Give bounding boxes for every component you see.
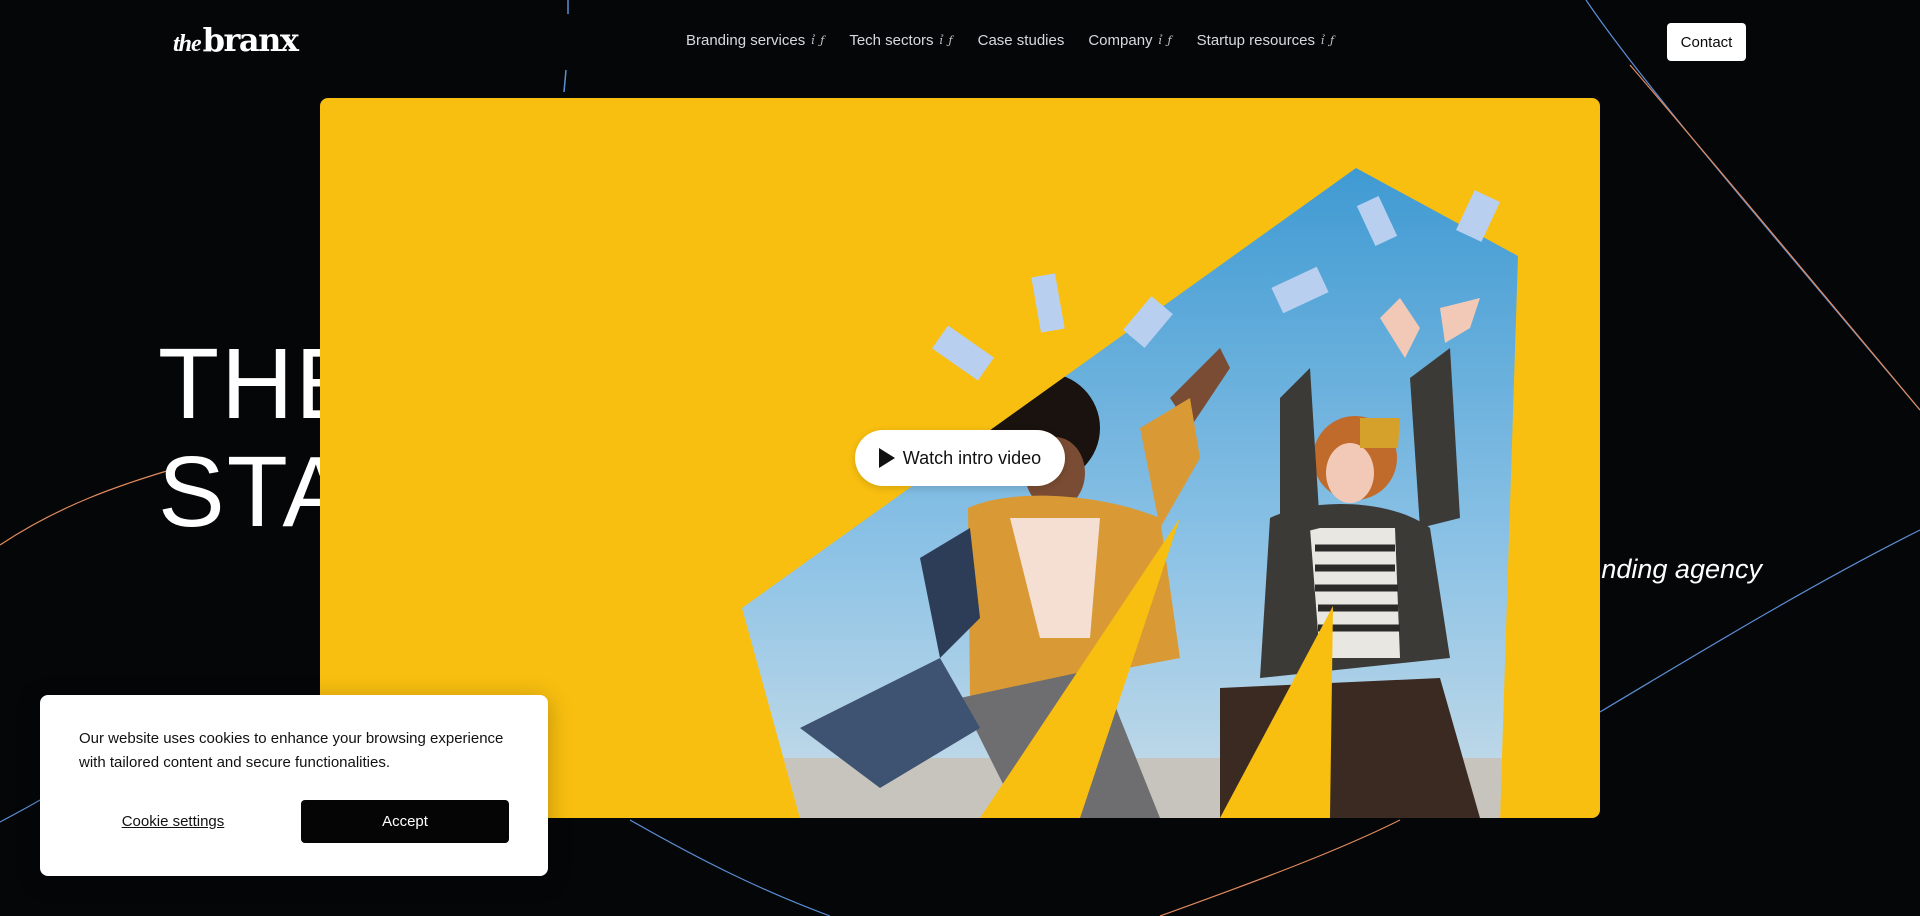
chevron-down-icon: ỉ ƒ	[1158, 34, 1173, 47]
chevron-down-icon: ỉ ƒ	[939, 34, 954, 47]
bg-line-blue-left-low	[0, 799, 41, 823]
play-label: Watch intro video	[902, 447, 1042, 468]
nav-item-tech-sectors[interactable]: Tech sectors ỉ ƒ	[849, 32, 953, 49]
nav-item-branding-services[interactable]: Branding services ỉ ƒ	[686, 32, 825, 49]
nav-item-startup-resources[interactable]: Startup resources ỉ ƒ	[1197, 32, 1335, 49]
logo-word: branx	[202, 21, 299, 59]
hero-subtitle: nding agency	[1601, 554, 1762, 584]
logo-prefix: the	[173, 31, 202, 57]
watch-intro-video-button[interactable]: Watch intro video	[855, 430, 1065, 486]
nav-item-label: Tech sectors	[849, 32, 934, 49]
bg-line-orange-bottom	[1159, 819, 1401, 916]
nav-item-label: Company	[1088, 32, 1153, 49]
bg-line-blue-top2	[563, 69, 567, 93]
chevron-down-icon: ỉ ƒ	[811, 34, 826, 47]
bg-line-blue-right	[1585, 0, 1920, 411]
nav-item-label: Branding services	[686, 32, 806, 49]
cookie-settings-link[interactable]: Cookie settings	[79, 800, 267, 843]
bg-line-orange-right	[1629, 64, 1920, 411]
contact-button[interactable]: Contact	[1667, 23, 1746, 61]
main-nav: Branding services ỉ ƒ Tech sectors ỉ ƒ C…	[686, 32, 1335, 49]
accept-cookies-button[interactable]: Accept	[301, 800, 509, 843]
play-icon	[878, 448, 895, 468]
bg-line-orange-left	[0, 469, 171, 546]
nav-item-label: Startup resources	[1196, 32, 1316, 49]
chevron-down-icon: ỉ ƒ	[1321, 34, 1336, 47]
nav-item-label: Case studies	[977, 32, 1065, 49]
nav-item-case-studies[interactable]: Case studies	[978, 32, 1065, 49]
cookie-message: Our website uses cookies to enhance your…	[79, 730, 504, 771]
nav-item-company[interactable]: Company ỉ ƒ	[1088, 32, 1172, 49]
cookie-banner: Our website uses cookies to enhance your…	[40, 695, 548, 876]
brand-logo[interactable]: the branx	[173, 21, 299, 59]
bg-line-blue-bottom	[629, 819, 831, 916]
